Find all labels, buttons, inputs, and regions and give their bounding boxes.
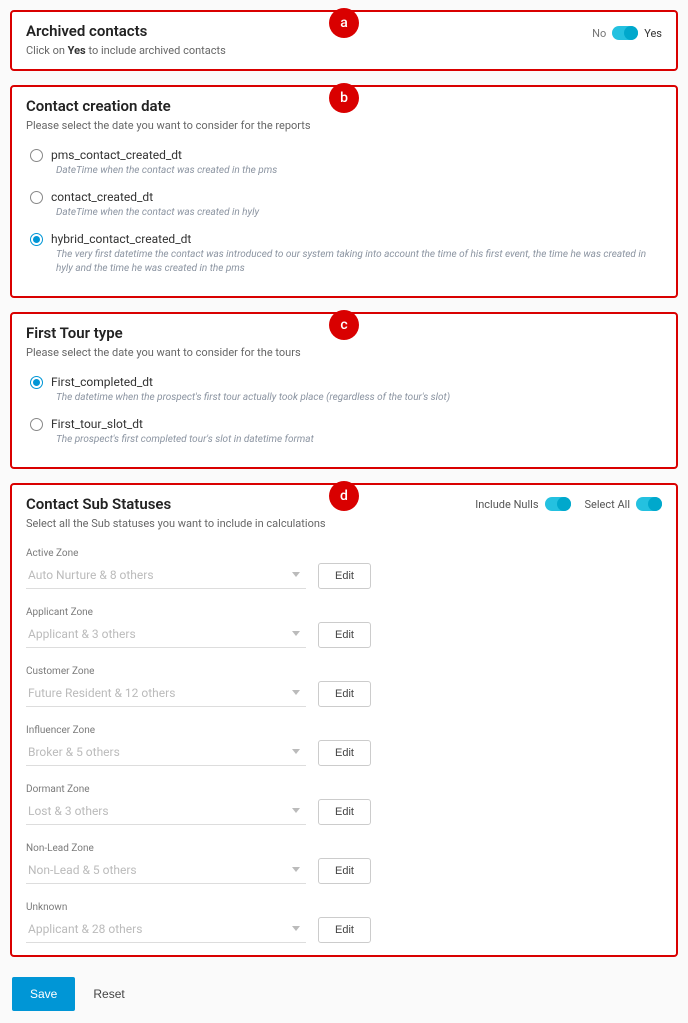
panel-archived-contacts: a Archived contacts Click on Yes to incl… [10, 10, 678, 71]
radio-label: First_tour_slot_dt [51, 417, 143, 431]
reset-button[interactable]: Reset [93, 987, 124, 1001]
marker-b: b [329, 83, 359, 113]
radio-icon [30, 376, 43, 389]
radio-icon [30, 191, 43, 204]
zone-select[interactable]: Broker & 5 others [26, 741, 306, 766]
radio-option-first-completed[interactable]: First_completed_dt [30, 375, 662, 389]
archived-toggle-row: No Yes [592, 26, 662, 40]
marker-d: d [329, 481, 359, 511]
zone-label: Customer Zone [26, 666, 662, 677]
edit-button[interactable]: Edit [318, 563, 371, 589]
radio-help: The datetime when the prospect's first t… [56, 391, 662, 405]
zone: Customer Zone Future Resident & 12 other… [26, 666, 662, 707]
panel-first-tour-type: c First Tour type Please select the date… [10, 312, 678, 469]
toggle-knob-icon [557, 497, 571, 511]
zone-label: Influencer Zone [26, 725, 662, 736]
sub-desc: Select all the Sub statuses you want to … [26, 517, 326, 530]
panel-contact-sub-statuses: d Contact Sub Statuses Select all the Su… [10, 483, 678, 957]
include-nulls-toggle[interactable] [545, 497, 571, 511]
creation-radio-list: pms_contact_created_dt DateTime when the… [26, 144, 662, 284]
zone: Active Zone Auto Nurture & 8 others Edit [26, 548, 662, 589]
sub-title: Contact Sub Statuses [26, 495, 326, 513]
zone: Applicant Zone Applicant & 3 others Edit [26, 607, 662, 648]
zone-select-value: Auto Nurture & 8 others [26, 564, 306, 589]
zone-select-value: Future Resident & 12 others [26, 682, 306, 707]
footer: Save Reset [10, 971, 678, 1013]
radio-label: pms_contact_created_dt [51, 148, 182, 162]
tour-radio-list: First_completed_dt The datetime when the… [26, 371, 662, 455]
zone-select-value: Non-Lead & 5 others [26, 859, 306, 884]
zone-select-value: Applicant & 3 others [26, 623, 306, 648]
include-nulls-label: Include Nulls [475, 498, 538, 511]
zone-label: Non-Lead Zone [26, 843, 662, 854]
radio-item: contact_created_dt DateTime when the con… [26, 186, 662, 228]
radio-item: First_completed_dt The datetime when the… [26, 371, 662, 413]
zone-select[interactable]: Applicant & 3 others [26, 623, 306, 648]
zone-label: Applicant Zone [26, 607, 662, 618]
archived-yes-label: Yes [644, 27, 662, 40]
radio-label: First_completed_dt [51, 375, 153, 389]
zone-select[interactable]: Applicant & 28 others [26, 918, 306, 943]
radio-label: contact_created_dt [51, 190, 153, 204]
zone: Non-Lead Zone Non-Lead & 5 others Edit [26, 843, 662, 884]
toggle-knob-icon [648, 497, 662, 511]
radio-help: The very first datetime the contact was … [56, 248, 662, 276]
zone: Influencer Zone Broker & 5 others Edit [26, 725, 662, 766]
edit-button[interactable]: Edit [318, 622, 371, 648]
edit-button[interactable]: Edit [318, 799, 371, 825]
zone: Unknown Applicant & 28 others Edit [26, 902, 662, 943]
archived-no-label: No [592, 27, 606, 40]
select-all-toggle[interactable] [636, 497, 662, 511]
toggle-knob-icon [624, 26, 638, 40]
edit-button[interactable]: Edit [318, 681, 371, 707]
zone-select-value: Applicant & 28 others [26, 918, 306, 943]
tour-desc: Please select the date you want to consi… [26, 346, 662, 359]
select-all-label: Select All [585, 498, 630, 511]
radio-help: DateTime when the contact was created in… [56, 164, 662, 178]
radio-option-pms[interactable]: pms_contact_created_dt [30, 148, 662, 162]
zone-select-value: Broker & 5 others [26, 741, 306, 766]
radio-icon [30, 149, 43, 162]
radio-help: DateTime when the contact was created in… [56, 206, 662, 220]
radio-icon [30, 418, 43, 431]
zone-select-value: Lost & 3 others [26, 800, 306, 825]
edit-button[interactable]: Edit [318, 740, 371, 766]
archived-toggle[interactable] [612, 26, 638, 40]
radio-help: The prospect's first completed tour's sl… [56, 433, 662, 447]
radio-option-first-slot[interactable]: First_tour_slot_dt [30, 417, 662, 431]
edit-button[interactable]: Edit [318, 917, 371, 943]
zone-select[interactable]: Future Resident & 12 others [26, 682, 306, 707]
zone-label: Unknown [26, 902, 662, 913]
radio-item: First_tour_slot_dt The prospect's first … [26, 413, 662, 455]
zone-select[interactable]: Lost & 3 others [26, 800, 306, 825]
archived-desc: Click on Yes to include archived contact… [26, 44, 662, 57]
zone-label: Dormant Zone [26, 784, 662, 795]
creation-desc: Please select the date you want to consi… [26, 119, 662, 132]
zone: Dormant Zone Lost & 3 others Edit [26, 784, 662, 825]
zone-select[interactable]: Non-Lead & 5 others [26, 859, 306, 884]
zone-label: Active Zone [26, 548, 662, 559]
marker-c: c [329, 310, 359, 340]
zone-select[interactable]: Auto Nurture & 8 others [26, 564, 306, 589]
radio-item: pms_contact_created_dt DateTime when the… [26, 144, 662, 186]
radio-item: hybrid_contact_created_dt The very first… [26, 228, 662, 284]
radio-icon [30, 233, 43, 246]
radio-option-contact[interactable]: contact_created_dt [30, 190, 662, 204]
radio-option-hybrid[interactable]: hybrid_contact_created_dt [30, 232, 662, 246]
save-button[interactable]: Save [12, 977, 75, 1011]
radio-label: hybrid_contact_created_dt [51, 232, 191, 246]
marker-a: a [329, 8, 359, 38]
edit-button[interactable]: Edit [318, 858, 371, 884]
panel-contact-creation-date: b Contact creation date Please select th… [10, 85, 678, 298]
